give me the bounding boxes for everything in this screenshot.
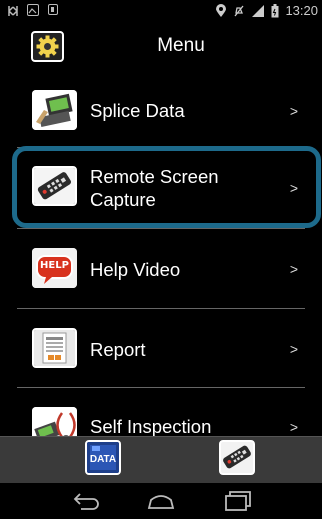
report-icon	[32, 328, 77, 368]
image-icon	[27, 4, 39, 16]
help-badge-text: HELP	[40, 260, 69, 271]
bottom-toolbar: DATA	[0, 436, 322, 483]
back-icon	[73, 493, 99, 510]
clipboard-icon	[48, 4, 58, 15]
navigation-bar	[0, 483, 322, 519]
recents-icon	[225, 491, 251, 511]
menu-item-label: Report	[90, 339, 146, 360]
status-left-icons	[8, 4, 58, 16]
location-icon	[215, 3, 227, 18]
menu-item-help-video[interactable]: HELP Help Video >	[0, 229, 322, 307]
remote-capture-button[interactable]	[219, 440, 255, 475]
data-button[interactable]: DATA	[85, 440, 121, 475]
page-title: Menu	[157, 35, 205, 56]
menu-item-report[interactable]: Report >	[0, 309, 322, 386]
home-icon	[147, 495, 175, 509]
status-clock: 13:20	[285, 3, 318, 18]
signal-icon	[251, 4, 265, 18]
battery-icon	[271, 3, 279, 18]
notification-icon	[8, 4, 18, 16]
menu-item-splice-data[interactable]: Splice Data >	[0, 71, 322, 147]
mute-icon	[233, 4, 245, 18]
recents-button[interactable]	[222, 489, 252, 513]
self-inspection-icon	[32, 407, 77, 436]
chevron-right-icon: >	[289, 419, 298, 435]
remote-control-icon	[223, 445, 251, 469]
menu-item-label: Splice Data	[90, 100, 185, 121]
chevron-right-icon: >	[289, 341, 298, 357]
splice-data-icon	[32, 90, 77, 130]
home-button[interactable]	[146, 489, 176, 513]
menu-item-label: Help Video	[90, 259, 181, 280]
highlight-frame	[12, 146, 321, 228]
chevron-right-icon: >	[289, 261, 298, 277]
data-button-label: DATA	[89, 454, 117, 465]
status-right-icons: 13:20	[215, 3, 318, 18]
back-button[interactable]	[71, 489, 101, 513]
menu-item-self-inspection[interactable]: Self Inspection >	[0, 388, 322, 436]
title-bar: Menu	[0, 22, 322, 70]
status-bar: 13:20	[0, 0, 322, 22]
chevron-right-icon: >	[289, 103, 298, 119]
menu-item-label: Self Inspection	[90, 416, 212, 436]
help-icon: HELP	[32, 248, 77, 288]
